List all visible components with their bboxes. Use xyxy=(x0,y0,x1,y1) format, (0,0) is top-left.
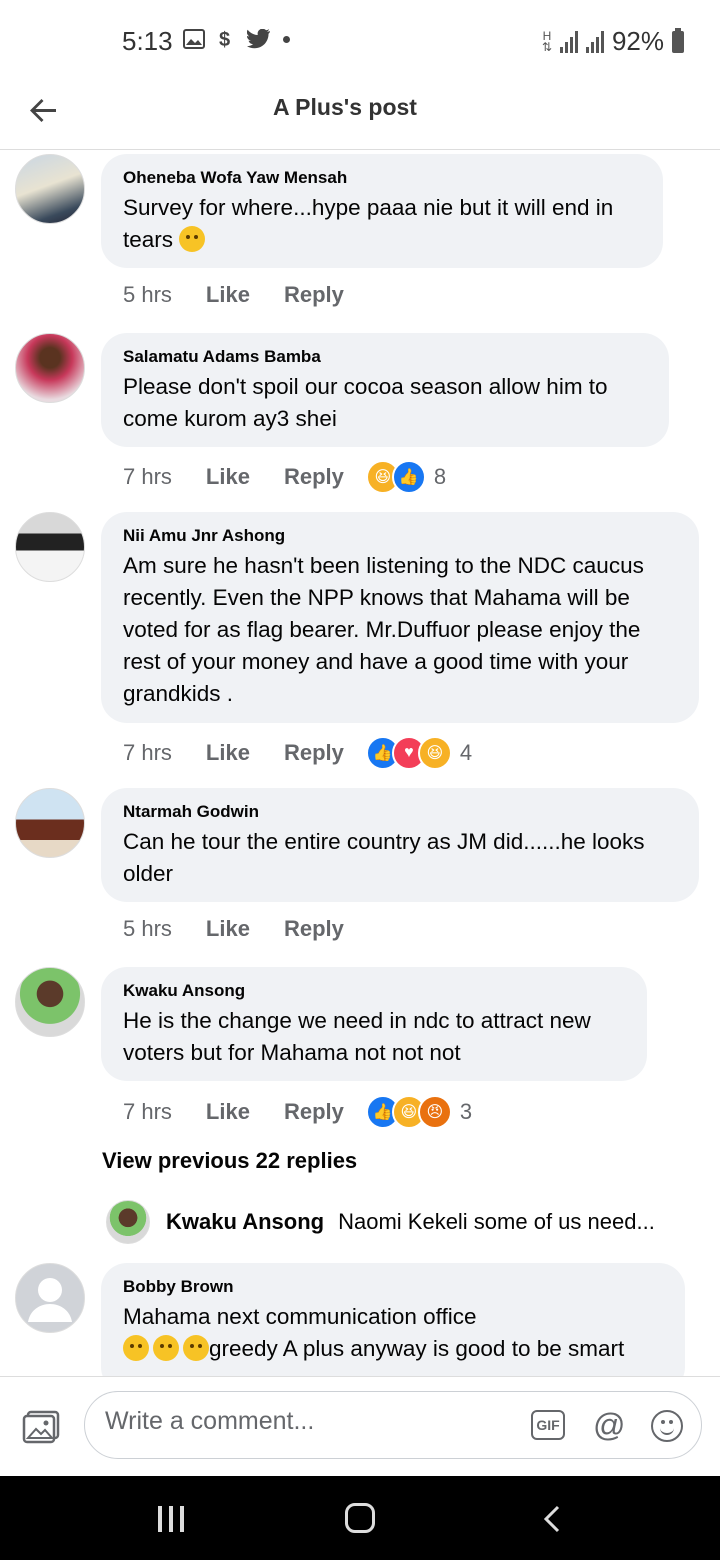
comment-bubble[interactable]: Salamatu Adams Bamba Please don't spoil … xyxy=(101,333,669,447)
laughing-emoji-icon xyxy=(123,1335,149,1361)
recent-apps-icon[interactable] xyxy=(158,1506,184,1532)
reactions-summary[interactable]: 👍 😆 😠 3 xyxy=(365,1095,473,1129)
laughing-emoji-icon xyxy=(183,1335,209,1361)
signal-icon xyxy=(559,30,578,53)
avatar[interactable] xyxy=(15,333,85,403)
crying-emoji-icon xyxy=(179,226,206,252)
dot-icon xyxy=(283,35,290,43)
avatar[interactable] xyxy=(15,967,85,1037)
comment-time: 5 hrs xyxy=(123,282,172,307)
gallery-icon xyxy=(183,29,205,49)
like-button[interactable]: Like xyxy=(206,1099,250,1125)
like-button[interactable]: Like xyxy=(206,464,250,490)
comment-text: Mahama next communication office greedy … xyxy=(123,1304,625,1361)
comment-author[interactable]: Kwaku Ansong xyxy=(123,981,625,1001)
comment-author[interactable]: Ntarmah Godwin xyxy=(123,802,677,822)
comment-author[interactable]: Salamatu Adams Bamba xyxy=(123,347,647,367)
comment-text: Am sure he hasn't been listening to the … xyxy=(123,553,644,706)
comment-meta: 7 hrs Like Reply 👍 😆 😠 3 xyxy=(123,1095,472,1129)
reply-text: Naomi Kekeli some of us need... xyxy=(338,1209,655,1234)
emoji-icon[interactable] xyxy=(651,1410,683,1442)
svg-text:$: $ xyxy=(219,29,230,50)
comment-input-box[interactable]: GIF @ xyxy=(84,1391,702,1459)
reply-button[interactable]: Reply xyxy=(284,916,344,942)
twitter-icon xyxy=(247,29,270,49)
reply-button[interactable]: Reply xyxy=(284,1099,344,1125)
reply-button[interactable]: Reply xyxy=(284,464,344,490)
avatar[interactable] xyxy=(15,512,85,582)
comment-input[interactable] xyxy=(103,1406,527,1437)
like-button[interactable]: Like xyxy=(206,916,250,942)
comment-bubble[interactable]: Bobby Brown Mahama next communication of… xyxy=(101,1263,685,1393)
like-reaction-icon: 👍 xyxy=(391,460,426,494)
status-bar: 5:13 $ H ⇅ 92% xyxy=(0,0,720,80)
dollar-icon: $ xyxy=(219,29,230,50)
nav-back-icon[interactable] xyxy=(538,1504,568,1534)
reaction-count: 4 xyxy=(459,740,473,765)
comment-composer: GIF @ xyxy=(0,1376,720,1477)
comment-meta: 5 hrs Like Reply xyxy=(123,282,378,308)
status-right: H ⇅ 92% xyxy=(542,26,684,57)
reply-button[interactable]: Reply xyxy=(284,282,344,308)
comment-meta: 7 hrs Like Reply 👍 ♥ 😆 4 xyxy=(123,736,472,770)
notification-icons: $ xyxy=(183,28,290,50)
reactions-summary[interactable]: 👍 ♥ 😆 4 xyxy=(365,736,473,770)
comment-time: 7 hrs xyxy=(123,1099,172,1124)
network-icon: H ⇅ xyxy=(541,28,552,54)
comment-bubble[interactable]: Oheneba Wofa Yaw Mensah Survey for where… xyxy=(101,154,663,268)
gif-icon[interactable]: GIF xyxy=(531,1410,565,1440)
comment-time: 7 hrs xyxy=(123,464,172,489)
post-header: A Plus's post xyxy=(0,80,720,150)
avatar[interactable] xyxy=(15,154,85,224)
angry-reaction-icon: 😠 xyxy=(417,1095,452,1129)
comment-text: Survey for where...hype paaa nie but it … xyxy=(123,195,614,252)
comment-text: Can he tour the entire country as JM did… xyxy=(123,829,645,886)
signal-icon-2 xyxy=(585,30,604,53)
mention-icon[interactable]: @ xyxy=(593,1408,625,1442)
reactions-summary[interactable]: 😆 👍 8 xyxy=(365,460,447,494)
reply-author[interactable]: Kwaku Ansong xyxy=(166,1209,324,1235)
comment-meta: 5 hrs Like Reply xyxy=(123,916,378,942)
comment-author[interactable]: Bobby Brown xyxy=(123,1277,663,1297)
comment-author[interactable]: Nii Amu Jnr Ashong xyxy=(123,526,677,546)
comment-bubble[interactable]: Nii Amu Jnr Ashong Am sure he hasn't bee… xyxy=(101,512,699,723)
battery-percent: 92% xyxy=(611,26,664,56)
comment-bubble[interactable]: Ntarmah Godwin Can he tour the entire co… xyxy=(101,788,699,902)
comment-text: Please don't spoil our cocoa season allo… xyxy=(123,374,608,431)
view-previous-replies-link[interactable]: View previous 22 replies xyxy=(102,1148,357,1174)
comment-meta: 7 hrs Like Reply 😆 👍 8 xyxy=(123,460,446,494)
avatar[interactable] xyxy=(15,788,85,858)
avatar[interactable] xyxy=(106,1200,150,1244)
system-nav-bar xyxy=(0,1476,720,1560)
default-avatar-icon[interactable] xyxy=(15,1263,85,1333)
battery-icon xyxy=(672,27,684,53)
comment-time: 5 hrs xyxy=(123,916,172,941)
comment-bubble[interactable]: Kwaku Ansong He is the change we need in… xyxy=(101,967,647,1081)
reaction-count: 8 xyxy=(433,464,447,489)
page-title: A Plus's post xyxy=(273,94,417,120)
reaction-count: 3 xyxy=(459,1099,473,1124)
status-time: 5:13 xyxy=(122,26,173,56)
comment-author[interactable]: Oheneba Wofa Yaw Mensah xyxy=(123,168,641,188)
home-icon[interactable] xyxy=(345,1503,375,1533)
comment-text: He is the change we need in ndc to attra… xyxy=(123,1008,591,1065)
laughing-emoji-icon xyxy=(153,1335,179,1361)
reply-button[interactable]: Reply xyxy=(284,740,344,766)
photo-icon[interactable] xyxy=(22,1410,60,1444)
reply-preview[interactable]: Kwaku Ansong Naomi Kekeli some of us nee… xyxy=(106,1200,696,1244)
like-button[interactable]: Like xyxy=(206,282,250,308)
haha-reaction-icon: 😆 xyxy=(417,736,452,770)
like-button[interactable]: Like xyxy=(206,740,250,766)
comment-time: 7 hrs xyxy=(123,740,172,765)
